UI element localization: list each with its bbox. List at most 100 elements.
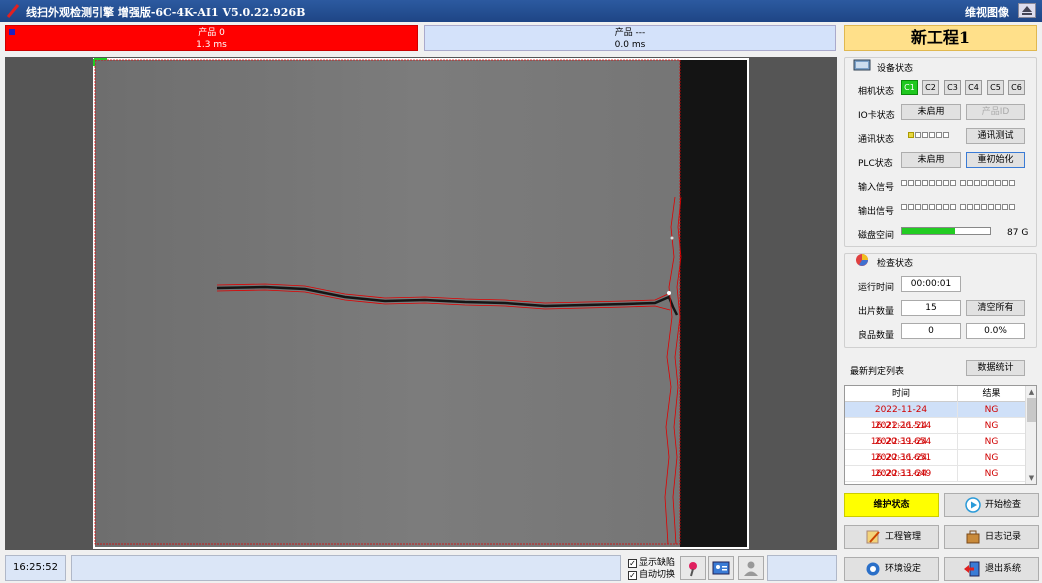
comm-indicators: [908, 131, 950, 141]
id-card-button[interactable]: [708, 556, 734, 580]
row-result: NG: [957, 402, 1025, 418]
auto-switch-label: 自动切换: [639, 570, 676, 580]
io-enable-button[interactable]: 未启用: [901, 104, 961, 120]
plc-status-label: PLC状态: [858, 159, 893, 169]
app-logo-icon: [6, 4, 20, 18]
product-id-button[interactable]: 产品ID: [966, 104, 1025, 120]
project-name: 新工程1: [844, 25, 1037, 51]
table-row[interactable]: 2022-11-24 16:20:33.649 NG: [845, 450, 1025, 479]
good-rate-value: 0.0%: [966, 323, 1025, 339]
table-row[interactable]: 2022-11-24 16:20:36.651 NG: [845, 434, 1025, 463]
pin-button[interactable]: [680, 556, 706, 580]
edit-icon: [866, 530, 880, 544]
table-header: 时间 结果: [845, 386, 1025, 402]
start-check-button[interactable]: 开始检查: [944, 493, 1039, 517]
image-viewer[interactable]: [5, 57, 837, 550]
clear-all-button[interactable]: 清空所有: [966, 300, 1025, 316]
window-title: 线扫外观检测引擎 增强版-6C-4K-AI1 V5.0.22.926B: [26, 6, 306, 19]
maintenance-status-button[interactable]: 维护状态: [844, 493, 939, 517]
play-icon: [965, 497, 981, 513]
show-defects-label: 显示缺陷: [639, 558, 676, 568]
exit-system-label: 退出系统: [985, 564, 1022, 574]
output-signal-indicators: [901, 203, 1016, 213]
row-result: NG: [957, 434, 1025, 450]
inspection-status-icon: [856, 254, 868, 266]
exit-icon: [964, 561, 980, 577]
eject-icon: [1022, 6, 1032, 15]
scroll-thumb[interactable]: [1027, 398, 1036, 422]
inspection-status-title: 检查状态: [877, 259, 914, 269]
disk-space-bar: [901, 227, 991, 235]
results-table[interactable]: 时间 结果 2022-11-24 16:21:26.514 NG 2022-11-…: [844, 385, 1037, 485]
product-0-panel[interactable]: 产品 0 1.3 ms: [5, 25, 418, 51]
row-time: 2022-11-24 16:20:30.648: [874, 469, 928, 479]
settings-icon: [866, 562, 880, 576]
user-icon: [744, 561, 758, 576]
clock-display: 16:25:52: [5, 555, 66, 581]
pin-icon: [689, 562, 697, 577]
project-manage-label: 工程管理: [885, 532, 922, 542]
product-1-name: 产品 ---: [614, 28, 646, 38]
column-result-header[interactable]: 结果: [957, 386, 1025, 402]
project-manage-button[interactable]: 工程管理: [844, 525, 939, 549]
scroll-up-icon[interactable]: ▲: [1027, 388, 1036, 396]
status-field-right: [767, 555, 837, 581]
camera-c4-indicator[interactable]: C4: [965, 80, 982, 95]
camera-c1-indicator[interactable]: C1: [901, 80, 918, 95]
disk-space-label: 磁盘空间: [858, 231, 895, 241]
data-stats-button[interactable]: 数据统计: [966, 360, 1025, 376]
show-defects-checkbox[interactable]: ✓ 显示缺陷: [628, 557, 675, 569]
log-record-label: 日志记录: [985, 532, 1022, 542]
comm-test-button[interactable]: 通讯测试: [966, 128, 1025, 144]
product-0-name: 产品 0: [198, 28, 225, 38]
product-1-time: 0.0 ms: [614, 40, 646, 50]
product-indicator-icon: [9, 29, 15, 35]
title-bar: 线扫外观检测引擎 增强版-6C-4K-AI1 V5.0.22.926B 维视图像: [0, 0, 1042, 22]
user-button[interactable]: [738, 556, 764, 580]
table-scrollbar[interactable]: ▲ ▼: [1025, 386, 1036, 484]
runtime-label: 运行时间: [858, 283, 895, 293]
brand-label: 维视图像: [965, 6, 1009, 19]
runtime-value: 00:00:01: [901, 276, 961, 292]
env-settings-button[interactable]: 环境设定: [844, 557, 939, 581]
disk-space-value: 87 G: [1007, 228, 1029, 238]
output-count-value: 15: [901, 300, 961, 316]
row-result: NG: [957, 466, 1025, 482]
camera-c6-indicator[interactable]: C6: [1008, 80, 1025, 95]
row-result: NG: [957, 418, 1025, 434]
device-status-icon: [853, 59, 871, 71]
plc-enable-button[interactable]: 未启用: [901, 152, 961, 168]
io-status-label: IO卡状态: [858, 111, 895, 121]
column-time-header[interactable]: 时间: [845, 386, 957, 402]
window-menu-button[interactable]: [1018, 3, 1036, 18]
good-count-value: 0: [901, 323, 961, 339]
camera-status-label: 相机状态: [858, 87, 895, 97]
output-count-label: 出片数量: [858, 307, 895, 317]
row-result: NG: [957, 450, 1025, 466]
input-signal-indicators: [901, 179, 1016, 189]
table-row[interactable]: 2022-11-24 16:20:30.648 NG: [845, 466, 1025, 482]
camera-c3-indicator[interactable]: C3: [944, 80, 961, 95]
table-row[interactable]: 2022-11-24 16:20:39.654 NG: [845, 418, 1025, 447]
camera-c5-indicator[interactable]: C5: [987, 80, 1004, 95]
product-0-time: 1.3 ms: [196, 40, 227, 50]
good-count-label: 良品数量: [858, 331, 895, 341]
inspection-image: [5, 57, 837, 550]
input-signal-label: 输入信号: [858, 183, 895, 193]
recent-list-title: 最新判定列表: [850, 367, 905, 377]
camera-c2-indicator[interactable]: C2: [922, 80, 939, 95]
table-row[interactable]: 2022-11-24 16:21:26.514 NG: [845, 402, 1025, 431]
id-card-icon: [712, 561, 730, 575]
message-field: [71, 555, 621, 581]
log-record-button[interactable]: 日志记录: [944, 525, 1039, 549]
comm-status-label: 通讯状态: [858, 135, 895, 145]
auto-switch-checkbox[interactable]: ✓ 自动切换: [628, 569, 675, 581]
plc-reinit-button[interactable]: 重初始化: [966, 152, 1025, 168]
product-1-panel[interactable]: 产品 --- 0.0 ms: [424, 25, 836, 51]
output-signal-label: 输出信号: [858, 207, 895, 217]
disk-space-fill: [902, 228, 955, 234]
scroll-down-icon[interactable]: ▼: [1027, 474, 1036, 482]
device-status-title: 设备状态: [877, 64, 914, 74]
briefcase-icon: [966, 530, 980, 544]
exit-system-button[interactable]: 退出系统: [944, 557, 1039, 581]
